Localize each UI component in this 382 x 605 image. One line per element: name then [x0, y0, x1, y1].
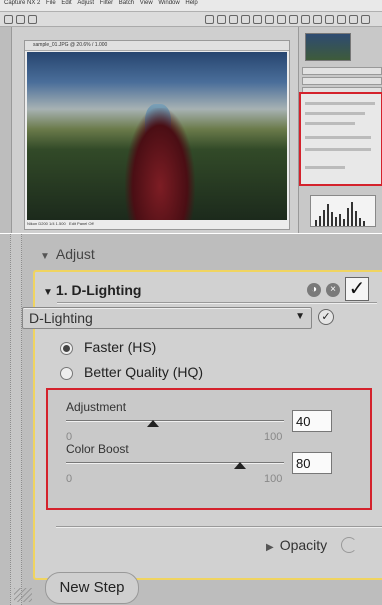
menu-edit[interactable]: Edit [61, 0, 71, 6]
menu-bar: Capture NX 2 File Edit Adjust Filter Bat… [0, 0, 382, 12]
menu-window[interactable]: Window [158, 0, 179, 6]
dlighting-method-select[interactable]: D-Lighting ▼ [22, 307, 312, 329]
app-window-thumbnail: Capture NX 2 File Edit Adjust Filter Bat… [0, 0, 382, 233]
adjustment-label: Adjustment [66, 400, 127, 414]
toolbar-tool-icon[interactable] [253, 15, 262, 24]
biplane-in-photo [125, 108, 195, 220]
new-step-button[interactable]: New Step [45, 572, 139, 604]
color-boost-slider-track[interactable] [66, 462, 284, 464]
thumb-line [305, 166, 345, 169]
apply-check-icon[interactable]: ✓ [318, 309, 334, 325]
adjust-label: Adjust [55, 246, 95, 262]
chevron-down-icon: ▼ [295, 311, 305, 322]
thumb-line [305, 122, 355, 125]
step-title-text: 1. D-Lighting [55, 282, 142, 298]
color-boost-max: 100 [264, 473, 283, 485]
toolbar-tool-icon[interactable] [229, 15, 238, 24]
faster-label[interactable]: Faster (HS) [84, 339, 156, 355]
color-boost-label: Color Boost [66, 442, 129, 456]
collapse-triangle-icon[interactable]: ▼ [40, 251, 50, 262]
thumb-line [305, 136, 371, 139]
toolbar-tool-icon[interactable] [301, 15, 310, 24]
toolbar-tool-icon[interactable] [16, 15, 25, 24]
image-document-window[interactable]: sample_01.JPG @ 20.6% / 1.000 Nikon D200… [24, 40, 290, 230]
close-icon[interactable]: × [326, 283, 340, 297]
toolbar-tool-icon[interactable] [241, 15, 250, 24]
document-title: sample_01.JPG @ 20.6% / 1.000 [25, 41, 289, 51]
divider [56, 526, 382, 528]
toolbar-tool-icon[interactable] [28, 15, 37, 24]
photo-canvas[interactable] [27, 52, 287, 220]
toolbar-tool-icon[interactable] [289, 15, 298, 24]
toolbar-tool-icon[interactable] [205, 15, 214, 24]
menu-view[interactable]: View [140, 0, 153, 6]
color-boost-value-field[interactable]: 80 [292, 452, 332, 474]
adjustment-value-field[interactable]: 40 [292, 410, 332, 432]
adjustment-max: 100 [264, 431, 283, 443]
menu-adjust[interactable]: Adjust [77, 0, 94, 6]
step-enabled-checkbox[interactable]: ✓ [345, 277, 369, 301]
expand-triangle-icon[interactable]: ▶ [266, 542, 274, 553]
thumb-line [305, 102, 375, 105]
panel-bar[interactable] [302, 67, 382, 75]
faster-radio[interactable] [60, 342, 73, 355]
adjustment-slider-track[interactable] [66, 420, 284, 422]
color-boost-slider-thumb[interactable] [234, 462, 247, 469]
adjust-section-header[interactable]: ▼ Adjust [40, 246, 95, 262]
adjustment-slider-thumb[interactable] [147, 420, 160, 427]
resize-grip-icon[interactable] [14, 588, 32, 602]
toolbar-tool-icon[interactable] [361, 15, 370, 24]
step-toggle-icon[interactable]: ◑ [307, 283, 321, 297]
dropdown-value: D-Lighting [29, 310, 93, 326]
better-quality-label[interactable]: Better Quality (HQ) [84, 364, 203, 380]
histogram [310, 195, 376, 227]
toolbar-tool-icon[interactable] [349, 15, 358, 24]
panel-bar[interactable] [302, 77, 382, 85]
toolbar-tool-icon[interactable] [4, 15, 13, 24]
thumb-line [305, 148, 371, 151]
panel-resize-rail[interactable] [10, 234, 22, 605]
highlighted-dlighting-step-thumbnail [299, 92, 382, 186]
thumb-line [305, 112, 365, 115]
step-title[interactable]: ▼ 1. D-Lighting [43, 282, 141, 298]
collapse-triangle-icon[interactable]: ▼ [43, 287, 53, 298]
menu-batch[interactable]: Batch [119, 0, 134, 6]
toolbar-tool-icon[interactable] [265, 15, 274, 24]
menu-file[interactable]: File [46, 0, 56, 6]
better-quality-radio[interactable] [60, 367, 73, 380]
opacity-control[interactable]: ▶ Opacity [266, 537, 327, 553]
divider [57, 302, 377, 304]
toolbar-tool-icon[interactable] [277, 15, 286, 24]
menu-help[interactable]: Help [185, 0, 197, 6]
toolbar-tool-icon[interactable] [325, 15, 334, 24]
menu-filter[interactable]: Filter [100, 0, 113, 6]
color-boost-min: 0 [66, 473, 73, 485]
app-title: Capture NX 2 [4, 0, 41, 6]
opacity-circle-icon[interactable] [341, 537, 357, 553]
edit-panel-status[interactable]: Edit Panel Off [69, 221, 94, 226]
toolbar-tool-icon[interactable] [217, 15, 226, 24]
left-side-strip [0, 27, 12, 233]
opacity-label: Opacity [279, 537, 328, 553]
document-status: Nikon D200 1/4 1.500 Edit Panel Off [27, 221, 94, 228]
status-text: Nikon D200 1/4 1.500 [27, 221, 66, 226]
toolbar-tool-icon[interactable] [337, 15, 346, 24]
toolbar [0, 12, 382, 27]
toolbar-tool-icon[interactable] [313, 15, 322, 24]
bird-eye-preview[interactable] [305, 33, 351, 61]
slider-highlight-frame: Adjustment 0 100 40 Color Boost 0 100 80 [46, 388, 372, 510]
